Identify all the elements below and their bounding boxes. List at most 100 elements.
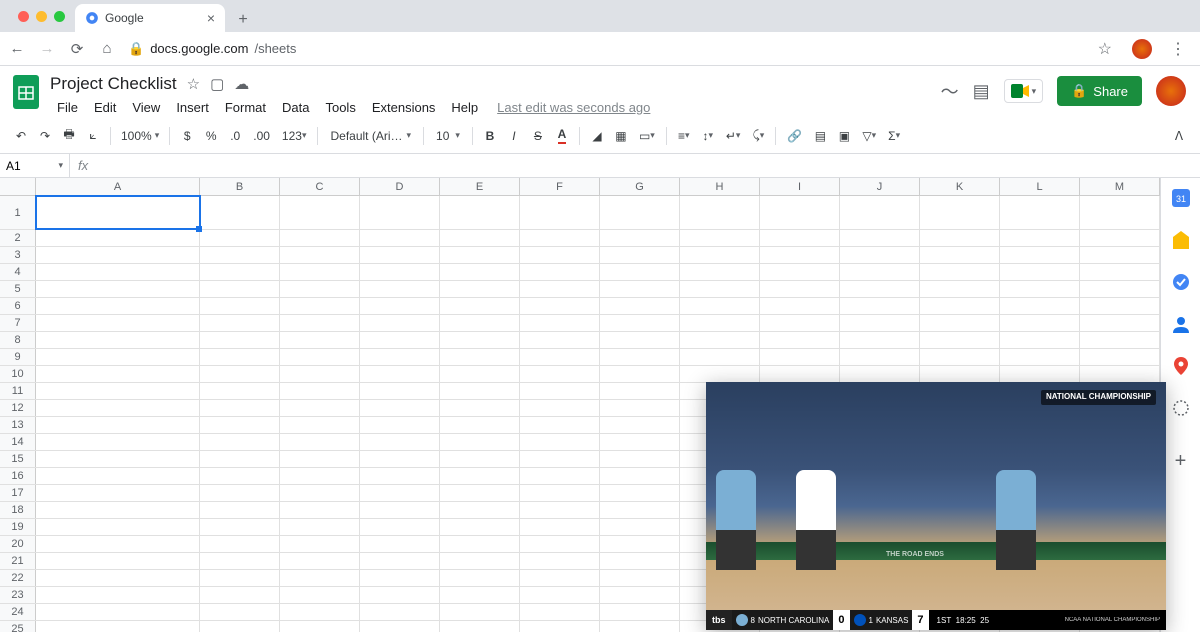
addon-icon[interactable]	[1171, 398, 1191, 418]
cell[interactable]	[520, 570, 600, 586]
cell[interactable]	[440, 349, 520, 365]
cell[interactable]	[760, 230, 840, 246]
cell[interactable]	[360, 434, 440, 450]
reload-icon[interactable]: ⟳	[68, 40, 86, 58]
print-button[interactable]: 🖶	[58, 121, 80, 150]
cell[interactable]	[440, 417, 520, 433]
row-header[interactable]: 1	[0, 196, 36, 229]
cell[interactable]	[36, 349, 200, 365]
cell[interactable]	[280, 196, 360, 229]
row-header[interactable]: 12	[0, 400, 36, 416]
cell[interactable]	[440, 502, 520, 518]
add-panel-button[interactable]: +	[1175, 450, 1187, 473]
cell[interactable]	[600, 536, 680, 552]
cell[interactable]	[440, 587, 520, 603]
borders-button[interactable]: ▦	[610, 125, 632, 147]
insert-image-button[interactable]: ▣	[833, 125, 855, 147]
cell[interactable]	[920, 298, 1000, 314]
col-header[interactable]: I	[760, 178, 840, 195]
col-header[interactable]: C	[280, 178, 360, 195]
cell[interactable]	[200, 247, 280, 263]
row-header[interactable]: 8	[0, 332, 36, 348]
wrap-button[interactable]: ↵▾	[721, 125, 746, 147]
cell[interactable]	[680, 298, 760, 314]
cell[interactable]	[360, 247, 440, 263]
home-icon[interactable]: ⌂	[98, 40, 116, 57]
cell[interactable]	[200, 468, 280, 484]
cell[interactable]	[600, 587, 680, 603]
url-input[interactable]: 🔒 docs.google.com/sheets	[128, 41, 1086, 57]
cell[interactable]	[1000, 264, 1080, 280]
cell[interactable]	[280, 298, 360, 314]
cell[interactable]	[200, 502, 280, 518]
cell[interactable]	[36, 536, 200, 552]
cell[interactable]	[440, 485, 520, 501]
cell[interactable]	[360, 366, 440, 382]
cell[interactable]	[360, 196, 440, 229]
redo-button[interactable]: ↷	[34, 125, 56, 147]
star-icon[interactable]: ☆	[187, 75, 200, 93]
cell[interactable]	[1080, 332, 1160, 348]
cell[interactable]	[200, 400, 280, 416]
col-header[interactable]: M	[1080, 178, 1160, 195]
italic-button[interactable]: I	[503, 125, 525, 147]
cell[interactable]	[1000, 349, 1080, 365]
increase-decimal-button[interactable]: .00	[248, 125, 275, 147]
cell[interactable]	[280, 383, 360, 399]
cell[interactable]	[36, 468, 200, 484]
undo-button[interactable]: ↶	[10, 125, 32, 147]
cell[interactable]	[600, 349, 680, 365]
formula-input[interactable]	[96, 154, 1200, 177]
cell[interactable]	[600, 553, 680, 569]
cell[interactable]	[36, 383, 200, 399]
menu-insert[interactable]: Insert	[169, 98, 216, 117]
cell[interactable]	[1000, 332, 1080, 348]
meet-button[interactable]: ▾	[1004, 79, 1044, 103]
cell[interactable]	[440, 604, 520, 620]
row-header[interactable]: 20	[0, 536, 36, 552]
col-header[interactable]: G	[600, 178, 680, 195]
cell[interactable]	[36, 621, 200, 632]
cell[interactable]	[600, 264, 680, 280]
cell[interactable]	[360, 281, 440, 297]
cell[interactable]	[200, 298, 280, 314]
cell[interactable]	[600, 502, 680, 518]
cell[interactable]	[520, 349, 600, 365]
cell[interactable]	[600, 315, 680, 331]
cell[interactable]	[360, 400, 440, 416]
cell[interactable]	[280, 519, 360, 535]
cell[interactable]	[1080, 196, 1160, 229]
cell[interactable]	[360, 468, 440, 484]
cell[interactable]	[840, 281, 920, 297]
cell[interactable]	[840, 332, 920, 348]
col-header[interactable]: H	[680, 178, 760, 195]
cell[interactable]	[1080, 298, 1160, 314]
cell[interactable]	[440, 196, 520, 229]
cell[interactable]	[200, 264, 280, 280]
cell[interactable]	[280, 587, 360, 603]
cell[interactable]	[520, 264, 600, 280]
cell[interactable]	[680, 196, 760, 229]
link-button[interactable]: 🔗	[782, 125, 807, 147]
cell[interactable]	[36, 366, 200, 382]
cell[interactable]	[680, 230, 760, 246]
row-header[interactable]: 25	[0, 621, 36, 632]
cell[interactable]	[760, 332, 840, 348]
row-header[interactable]: 7	[0, 315, 36, 331]
row-header[interactable]: 19	[0, 519, 36, 535]
cell[interactable]	[920, 281, 1000, 297]
cell[interactable]	[600, 570, 680, 586]
cell[interactable]	[680, 315, 760, 331]
cell[interactable]	[440, 298, 520, 314]
cell[interactable]	[360, 536, 440, 552]
share-button[interactable]: 🔒 Share	[1057, 76, 1142, 106]
cell[interactable]	[1000, 366, 1080, 382]
row-header[interactable]: 10	[0, 366, 36, 382]
cell[interactable]	[840, 264, 920, 280]
cell[interactable]	[760, 264, 840, 280]
cell[interactable]	[200, 434, 280, 450]
row-header[interactable]: 13	[0, 417, 36, 433]
cell[interactable]	[1000, 247, 1080, 263]
row-header[interactable]: 14	[0, 434, 36, 450]
cell[interactable]	[1000, 196, 1080, 229]
